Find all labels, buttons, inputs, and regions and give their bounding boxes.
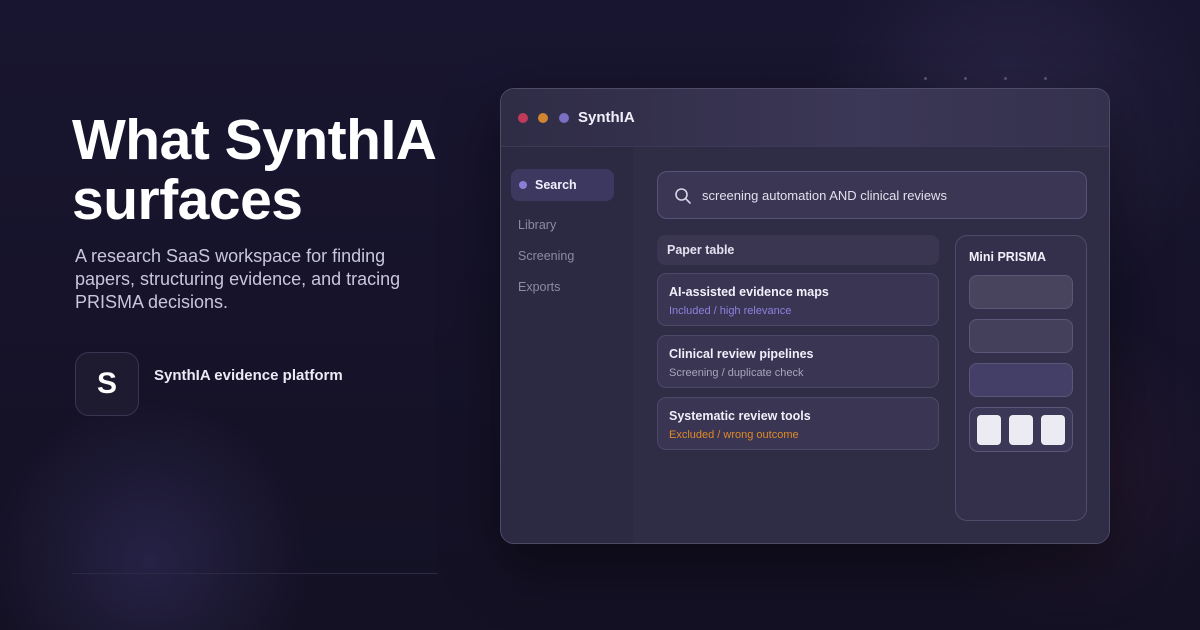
- prisma-step-screened: [969, 319, 1073, 353]
- mini-prisma-title: Mini PRISMA: [969, 250, 1047, 264]
- close-dot[interactable]: [518, 113, 528, 123]
- minimize-dot[interactable]: [538, 113, 548, 123]
- hero-canvas: What SynthIA surfaces A research SaaS wo…: [0, 0, 1200, 630]
- prisma-step-identified: [969, 275, 1073, 309]
- window-titlebar: SynthIA: [501, 89, 1109, 147]
- paper-status: Screening / duplicate check: [669, 367, 804, 379]
- sidebar-item-label: Exports: [518, 280, 561, 294]
- search-query: screening automation AND clinical review…: [702, 188, 947, 203]
- paper-row[interactable]: AI-assisted evidence maps Included / hig…: [657, 273, 939, 326]
- sidebar-item-search[interactable]: Search: [511, 169, 614, 201]
- brand-initial: S: [96, 367, 117, 400]
- paper-title: AI-assisted evidence maps: [669, 285, 829, 299]
- sidebar: Search Library Screening Exports: [501, 147, 633, 543]
- sidebar-item-label: Library: [518, 218, 557, 232]
- brand-name: SynthIA evidence platform: [154, 367, 343, 384]
- prisma-step-eligible: [969, 363, 1073, 397]
- sidebar-item-library[interactable]: Library: [511, 209, 614, 241]
- app-name: SynthIA: [578, 109, 635, 126]
- paper-status: Included / high relevance: [669, 305, 792, 317]
- decorative-dots: [924, 77, 1054, 83]
- paper-title: Systematic review tools: [669, 409, 811, 423]
- prisma-tile: [1041, 415, 1065, 445]
- sidebar-item-exports[interactable]: Exports: [511, 271, 614, 303]
- maximize-dot[interactable]: [559, 113, 569, 123]
- prisma-tile: [977, 415, 1001, 445]
- prisma-tile: [1009, 415, 1033, 445]
- main-panel: screening automation AND clinical review…: [633, 147, 1109, 543]
- divider: [72, 573, 438, 574]
- active-indicator-dot: [519, 181, 527, 189]
- sidebar-item-label: Screening: [518, 249, 575, 263]
- paper-title: Clinical review pipelines: [669, 347, 814, 361]
- mini-prisma-panel: Mini PRISMA: [955, 235, 1087, 521]
- brand-logo-tile: S: [75, 352, 139, 416]
- app-window: SynthIA Search Library Screening Exports: [500, 88, 1110, 544]
- paper-row[interactable]: Clinical review pipelines Screening / du…: [657, 335, 939, 388]
- paper-table-header: Paper table: [657, 235, 939, 265]
- search-input[interactable]: screening automation AND clinical review…: [657, 171, 1087, 219]
- search-icon: [675, 188, 691, 204]
- paper-status: Excluded / wrong outcome: [669, 429, 799, 441]
- hero-title: What SynthIA surfaces: [72, 108, 435, 232]
- hero-subtitle: A research SaaS workspace for finding pa…: [75, 246, 401, 312]
- sidebar-item-screening[interactable]: Screening: [511, 240, 614, 272]
- prisma-step-included: [969, 407, 1073, 452]
- sidebar-item-label: Search: [535, 178, 577, 192]
- paper-row[interactable]: Systematic review tools Excluded / wrong…: [657, 397, 939, 450]
